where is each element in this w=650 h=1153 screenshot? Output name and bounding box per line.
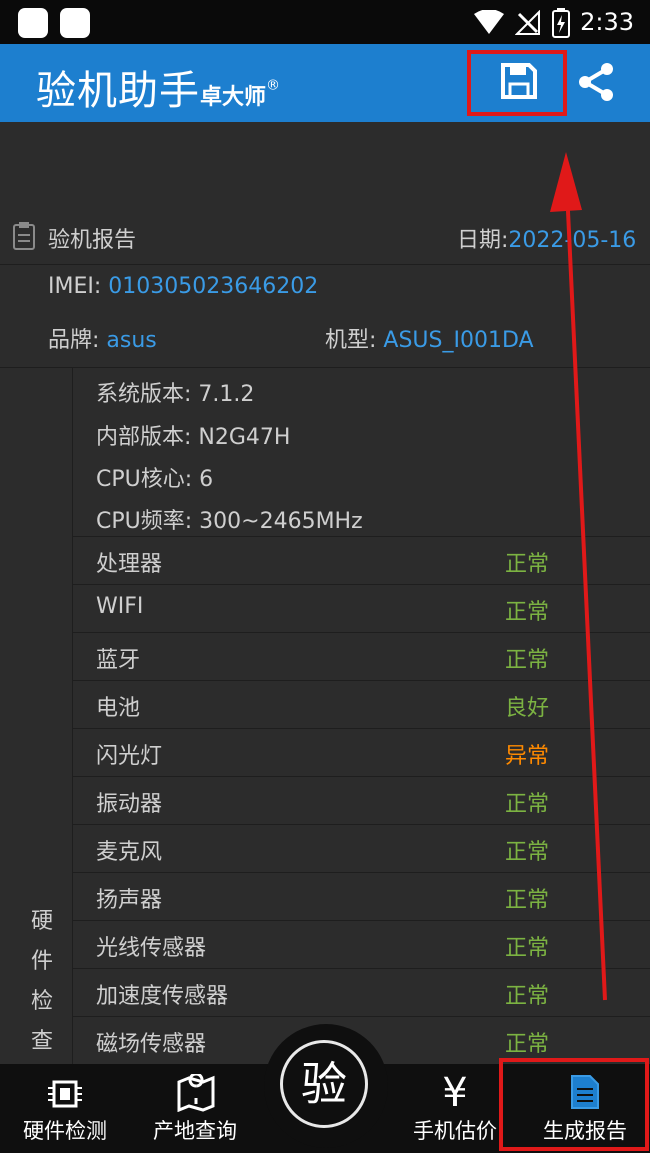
divider xyxy=(72,536,650,537)
date-label: 日期: xyxy=(457,228,509,253)
clock: 2:33 xyxy=(580,8,634,36)
hardware-status: 正常 xyxy=(505,552,550,577)
share-icon[interactable] xyxy=(577,62,615,102)
hardware-name: 振动器 xyxy=(96,792,163,817)
hardware-section-label: 硬 件 检 查 xyxy=(28,902,56,1062)
hardware-name: WIFI xyxy=(96,594,144,619)
tab-origin-query[interactable]: 产地查询 xyxy=(130,1064,260,1153)
hardware-name: 光线传感器 xyxy=(96,936,207,961)
divider xyxy=(72,680,650,681)
side-label-char: 检 xyxy=(30,989,53,1014)
cpu-frequency-row: CPU频率: 300~2465MHz xyxy=(96,503,363,535)
side-label-char: 硬 xyxy=(30,909,53,934)
app-title-sub: 卓大师 xyxy=(200,85,267,110)
hardware-status: 正常 xyxy=(505,984,550,1009)
save-highlight-box xyxy=(467,50,567,116)
clipboard-icon xyxy=(13,222,35,250)
hardware-status: 正常 xyxy=(505,648,550,673)
imei-value: 010305023646202 xyxy=(108,274,319,299)
divider xyxy=(72,1016,650,1017)
model-value: ASUS_I001DA xyxy=(383,328,534,353)
info-label: 系统版本: xyxy=(96,382,192,407)
divider xyxy=(72,632,650,633)
status-bar: 2:33 xyxy=(0,0,650,44)
hardware-status: 正常 xyxy=(505,888,550,913)
hardware-name: 加速度传感器 xyxy=(96,984,229,1009)
table-left-border xyxy=(72,368,73,1068)
divider xyxy=(72,584,650,585)
info-value: N2G47H xyxy=(198,425,291,450)
hardware-name: 麦克风 xyxy=(96,840,163,865)
tab-hardware-check[interactable]: 硬件检测 xyxy=(0,1064,130,1153)
info-value: 300~2465MHz xyxy=(199,509,363,534)
info-label: 内部版本: xyxy=(96,425,192,450)
hardware-status: 正常 xyxy=(505,936,550,961)
date-row: 日期:2022-05-16 xyxy=(457,222,636,254)
battery-icon xyxy=(552,8,570,38)
date-value: 2022-05-16 xyxy=(508,228,637,253)
hardware-status: 正常 xyxy=(505,792,550,817)
imei-row: IMEI: 010305023646202 xyxy=(48,274,318,299)
divider xyxy=(72,872,650,873)
hardware-status: 正常 xyxy=(505,600,550,625)
divider xyxy=(72,968,650,969)
model-row: 机型: ASUS_I001DA xyxy=(325,322,534,354)
info-label: CPU核心: xyxy=(96,467,193,492)
hardware-name: 闪光灯 xyxy=(96,744,163,769)
tab-label: 产地查询 xyxy=(153,1119,237,1143)
info-value: 7.1.2 xyxy=(198,382,255,407)
hardware-status: 异常 xyxy=(505,744,550,769)
verify-button[interactable]: 验 xyxy=(264,1024,388,1148)
cpu-cores-row: CPU核心: 6 xyxy=(96,461,213,493)
info-label: CPU频率: xyxy=(96,509,193,534)
tab-label: 硬件检测 xyxy=(23,1119,107,1143)
divider xyxy=(72,824,650,825)
divider xyxy=(0,367,650,368)
brand-label: 品牌: xyxy=(48,328,100,353)
divider xyxy=(72,728,650,729)
divider xyxy=(72,776,650,777)
model-label: 机型: xyxy=(325,328,377,353)
brand-row: 品牌: asus xyxy=(48,322,157,354)
hardware-status: 正常 xyxy=(505,1032,550,1057)
divider xyxy=(0,264,650,265)
wifi-icon xyxy=(474,10,504,34)
app-title-main: 验机助手 xyxy=(36,68,200,114)
imei-label: IMEI: xyxy=(48,274,102,299)
registered-mark: ® xyxy=(266,77,282,94)
hardware-status: 良好 xyxy=(505,696,550,721)
hardware-name: 电池 xyxy=(96,696,141,721)
hardware-name: 处理器 xyxy=(96,552,163,577)
divider xyxy=(72,920,650,921)
hardware-name: 扬声器 xyxy=(96,888,163,913)
verify-button-label: 验 xyxy=(280,1040,368,1128)
brand-value: asus xyxy=(106,328,157,353)
map-icon xyxy=(177,1074,215,1112)
side-label-char: 件 xyxy=(30,949,53,974)
notification-icon xyxy=(18,8,48,38)
hardware-name: 磁场传感器 xyxy=(96,1032,207,1057)
chip-icon xyxy=(48,1080,82,1108)
build-version-row: 内部版本: N2G47H xyxy=(96,419,290,451)
notification-icon xyxy=(60,8,90,38)
report-header-label: 验机报告 xyxy=(48,228,137,253)
system-version-row: 系统版本: 7.1.2 xyxy=(96,376,254,408)
report-content: 验机报告 日期:2022-05-16 IMEI: 010305023646202… xyxy=(0,122,650,1068)
no-signal-icon xyxy=(515,10,540,35)
info-value: 6 xyxy=(199,467,214,492)
hardware-status: 正常 xyxy=(505,840,550,865)
app-title: 验机助手卓大师® xyxy=(36,58,281,116)
side-label-char: 查 xyxy=(30,1029,53,1054)
report-highlight-box xyxy=(499,1058,649,1151)
hardware-name: 蓝牙 xyxy=(96,648,141,673)
